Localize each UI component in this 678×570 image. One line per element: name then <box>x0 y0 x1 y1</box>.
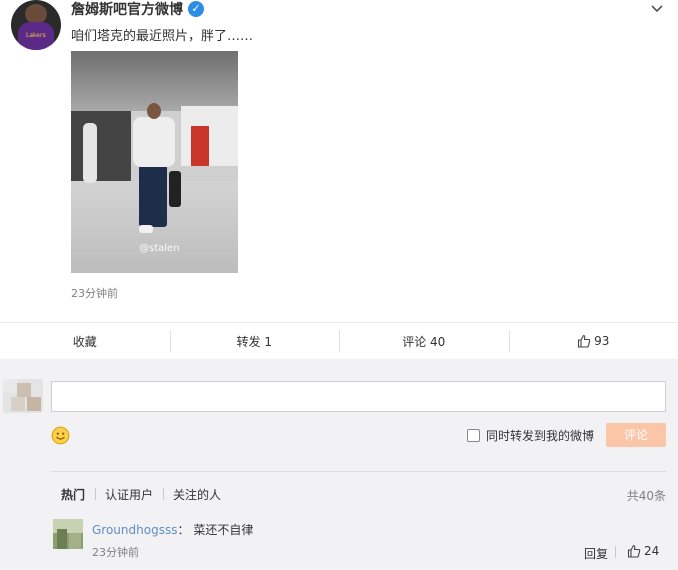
verified-icon: ✓ <box>188 1 204 17</box>
post-text: 咱们塔克的最近照片，胖了…… <box>71 29 254 44</box>
comment-action-divider <box>615 546 616 558</box>
repost-option[interactable]: 同时转发到我的微博 <box>467 427 594 444</box>
comment-input[interactable] <box>51 381 666 412</box>
commenter-name[interactable]: Groundhogsss <box>92 523 177 537</box>
tab-hot[interactable]: 热门 <box>51 486 95 503</box>
repost-button[interactable]: 转发 1 <box>169 323 340 359</box>
photo-person-legs <box>139 165 167 227</box>
author-avatar[interactable]: Lakers <box>11 0 61 50</box>
weibo-post-card: Lakers 詹姆斯吧官方微博 ✓ 咱们塔克的最近照片，胖了…… @stalen… <box>0 0 678 322</box>
photo-red-door <box>191 126 209 166</box>
like-button[interactable]: 93 <box>508 323 678 359</box>
chevron-down-icon[interactable] <box>650 2 664 16</box>
comment-total: 共40条 <box>626 489 666 503</box>
photo-ceiling <box>71 51 238 111</box>
avatar-shirt: Lakers <box>18 22 54 50</box>
tab-following[interactable]: 关注的人 <box>163 486 231 503</box>
favorite-button[interactable]: 收藏 <box>0 323 170 359</box>
photo-shoes <box>139 225 153 233</box>
thumbs-up-icon <box>578 334 591 348</box>
avatar-pixel <box>3 379 17 393</box>
thumbs-up-icon <box>627 544 641 558</box>
avatar-pixel <box>17 383 31 397</box>
comment-time: 23分钟前 <box>92 546 139 559</box>
post-action-bar: 收藏 转发 1 评论 40 93 <box>0 322 678 359</box>
comment-text: 菜还不自律 <box>193 523 254 537</box>
comment-body: Groundhogsss： 菜还不自律 <box>92 521 253 538</box>
comment-like-button[interactable]: 24 <box>627 544 659 558</box>
image-watermark: @stalen <box>139 243 180 254</box>
author-row: 詹姆斯吧官方微博 ✓ <box>71 0 204 18</box>
avatar-tree <box>57 529 67 549</box>
comment-separator: ： <box>177 523 190 537</box>
repost-checkbox-label: 同时转发到我的微博 <box>486 429 595 443</box>
comment-section: 同时转发到我的微博 评论 热门 认证用户 关注的人 共40条 Groundhog… <box>0 359 678 570</box>
avatar-face <box>25 4 47 24</box>
avatar-field <box>69 533 81 549</box>
repost-label: 转发 1 <box>236 334 272 349</box>
my-avatar <box>3 379 43 413</box>
tab-verified-users[interactable]: 认证用户 <box>95 486 163 503</box>
post-image[interactable]: @stalen <box>71 51 238 273</box>
photo-wall-left <box>71 111 131 181</box>
comment-like-count: 24 <box>644 544 660 558</box>
commenter-avatar[interactable] <box>53 519 83 549</box>
photo-bystander <box>83 123 97 183</box>
post-time[interactable]: 23分钟前 <box>71 285 118 301</box>
comment-filter-tabs: 热门 认证用户 关注的人 <box>51 486 231 503</box>
like-count: 93 <box>594 334 610 348</box>
section-divider <box>51 471 666 472</box>
photo-bag <box>169 171 181 207</box>
author-name[interactable]: 詹姆斯吧官方微博 <box>71 0 183 19</box>
photo-person-torso <box>133 117 175 167</box>
comment-button[interactable]: 评论 40 <box>339 323 509 359</box>
favorite-label: 收藏 <box>72 334 97 349</box>
smile-icon[interactable] <box>51 426 70 445</box>
avatar-pixel <box>27 397 41 411</box>
photo-person-head <box>147 103 161 119</box>
avatar-shirt-text: Lakers <box>26 32 46 39</box>
reply-button[interactable]: 回复 <box>584 545 608 562</box>
avatar-pixel <box>11 397 25 411</box>
repost-checkbox[interactable] <box>467 429 480 442</box>
comment-label: 评论 40 <box>402 334 446 349</box>
submit-comment-button[interactable]: 评论 <box>606 423 666 447</box>
photo-wall-right <box>181 106 238 166</box>
